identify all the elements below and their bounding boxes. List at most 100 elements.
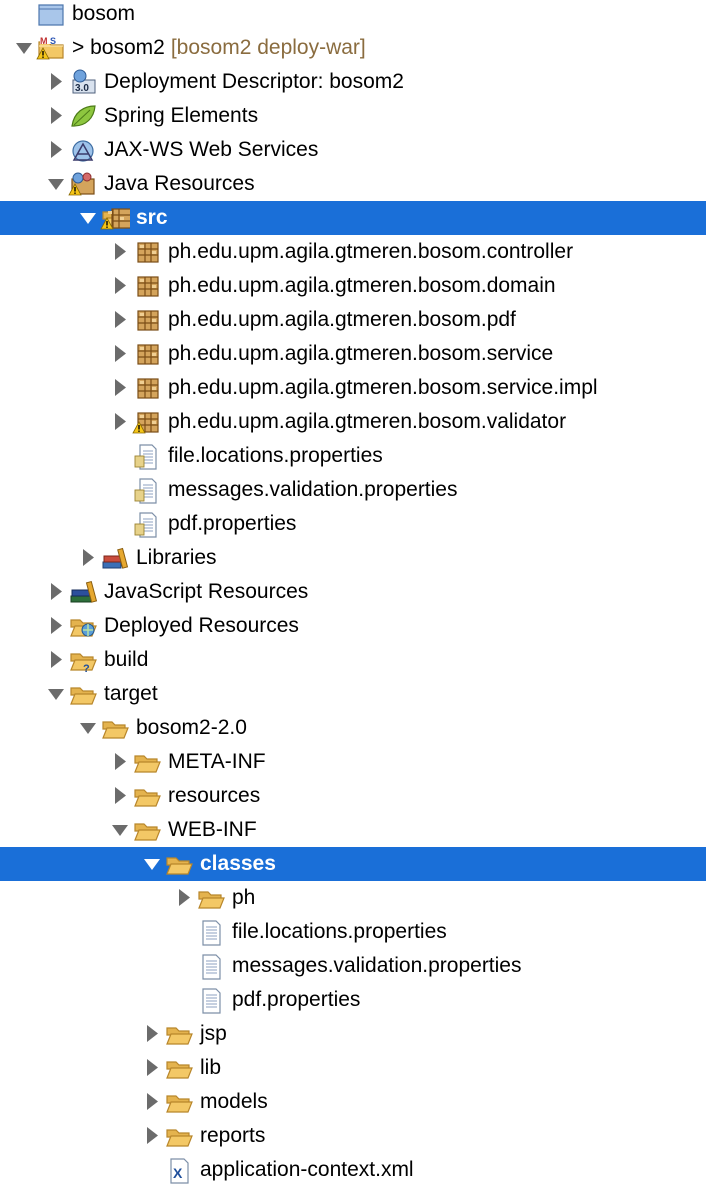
tree-item-text: ph.edu.upm.agila.gtmeren.bosom.pdf xyxy=(168,308,516,331)
collapsed-chevron-icon[interactable] xyxy=(110,410,130,434)
tree-row-src-pdf-properties[interactable]: pdf.properties xyxy=(0,507,706,541)
collapsed-chevron-icon[interactable] xyxy=(142,1056,162,1080)
collapsed-chevron-icon[interactable] xyxy=(110,342,130,366)
tree-row-application-context-xml[interactable]: Xapplication-context.xml xyxy=(0,1153,706,1187)
expanded-chevron-icon[interactable] xyxy=(78,716,98,740)
tree-item-text: build xyxy=(104,648,149,671)
svg-text:3.0: 3.0 xyxy=(75,83,89,94)
collapsed-chevron-icon[interactable] xyxy=(110,240,130,264)
svg-text:X: X xyxy=(173,1165,183,1181)
tree-item-label: messages.validation.properties xyxy=(232,953,522,979)
tree-row-libraries[interactable]: Libraries xyxy=(0,541,706,575)
tree-row-deployed-resources[interactable]: Deployed Resources xyxy=(0,609,706,643)
tree-item-text: Java Resources xyxy=(104,172,255,195)
tree-item-text: jsp xyxy=(200,1022,227,1045)
tree-item-text: ph.edu.upm.agila.gtmeren.bosom.service.i… xyxy=(168,376,598,399)
tree-row-project-bosom2[interactable]: M S > bosom2 [bosom2 deploy-war] xyxy=(0,31,706,65)
tree-row-classes-messages-validation-properties[interactable]: messages.validation.properties xyxy=(0,949,706,983)
tree-row-classes-pdf-properties[interactable]: pdf.properties xyxy=(0,983,706,1017)
tree-item-text: messages.validation.properties xyxy=(232,954,522,977)
tree-item-text: application-context.xml xyxy=(200,1158,414,1181)
collapsed-chevron-icon[interactable] xyxy=(174,886,194,910)
tree-row-src-messages-validation-properties[interactable]: messages.validation.properties xyxy=(0,473,706,507)
tree-row-models[interactable]: models xyxy=(0,1085,706,1119)
tree-row-javascript-resources[interactable]: JavaScript Resources xyxy=(0,575,706,609)
folder-icon xyxy=(164,1054,194,1082)
tree-item-label: WEB-INF xyxy=(168,817,257,843)
collapsed-chevron-icon[interactable] xyxy=(110,784,130,808)
tree-row-jsp[interactable]: jsp xyxy=(0,1017,706,1051)
tree-row-package-controller[interactable]: ph.edu.upm.agila.gtmeren.bosom.controlle… xyxy=(0,235,706,269)
tree-row-package-service-impl[interactable]: ph.edu.upm.agila.gtmeren.bosom.service.i… xyxy=(0,371,706,405)
tree-item-label: ph.edu.upm.agila.gtmeren.bosom.pdf xyxy=(168,307,516,333)
collapsed-chevron-icon[interactable] xyxy=(46,138,66,162)
javascript-resources-icon xyxy=(68,578,98,606)
tree-row-package-pdf[interactable]: ph.edu.upm.agila.gtmeren.bosom.pdf xyxy=(0,303,706,337)
source-folder-warning-icon xyxy=(100,204,130,232)
collapsed-chevron-icon[interactable] xyxy=(110,274,130,298)
tree-row-build[interactable]: ? build xyxy=(0,643,706,677)
tree-item-label: ph.edu.upm.agila.gtmeren.bosom.service.i… xyxy=(168,375,598,401)
expanded-chevron-icon[interactable] xyxy=(46,172,66,196)
tree-item-label: pdf.properties xyxy=(168,511,296,537)
tree-row-java-resources[interactable]: Java Resources xyxy=(0,167,706,201)
tree-row-project-bosom[interactable]: bosom xyxy=(0,0,706,31)
tree-item-text: ph.edu.upm.agila.gtmeren.bosom.service xyxy=(168,342,554,365)
tree-item-label: models xyxy=(200,1089,268,1115)
tree-item-text: reports xyxy=(200,1124,266,1147)
properties-file-icon xyxy=(132,510,162,538)
tree-row-resources[interactable]: resources xyxy=(0,779,706,813)
tree-row-package-service[interactable]: ph.edu.upm.agila.gtmeren.bosom.service xyxy=(0,337,706,371)
text-file-icon xyxy=(196,918,226,946)
deployment-descriptor-icon: 3.0 xyxy=(68,68,98,96)
collapsed-chevron-icon[interactable] xyxy=(46,104,66,128)
tree-item-text: bosom2-2.0 xyxy=(136,716,247,739)
tree-row-classes-file-locations-properties[interactable]: file.locations.properties xyxy=(0,915,706,949)
properties-file-icon xyxy=(132,476,162,504)
collapsed-chevron-icon[interactable] xyxy=(46,614,66,638)
expanded-chevron-icon[interactable] xyxy=(14,36,34,60)
tree-item-label: Deployment Descriptor: bosom2 xyxy=(104,69,404,95)
collapsed-chevron-icon[interactable] xyxy=(46,580,66,604)
tree-item-label: bosom xyxy=(72,1,135,27)
expanded-chevron-icon[interactable] xyxy=(142,852,162,876)
tree-row-reports[interactable]: reports xyxy=(0,1119,706,1153)
tree-item-label: META-INF xyxy=(168,749,266,775)
collapsed-chevron-icon[interactable] xyxy=(110,750,130,774)
collapsed-chevron-icon[interactable] xyxy=(142,1090,162,1114)
tree-row-classes[interactable]: classes xyxy=(0,847,706,881)
expanded-chevron-icon[interactable] xyxy=(110,818,130,842)
tree-row-package-domain[interactable]: ph.edu.upm.agila.gtmeren.bosom.domain xyxy=(0,269,706,303)
tree-row-web-inf[interactable]: WEB-INF xyxy=(0,813,706,847)
collapsed-chevron-icon[interactable] xyxy=(142,1124,162,1148)
tree-item-text: Deployment Descriptor: bosom2 xyxy=(104,70,404,93)
expanded-chevron-icon[interactable] xyxy=(78,206,98,230)
folder-unknown-icon: ? xyxy=(68,646,98,674)
tree-row-jax-ws-web-services[interactable]: JAX-WS Web Services xyxy=(0,133,706,167)
expanded-chevron-icon[interactable] xyxy=(46,682,66,706)
collapsed-chevron-icon[interactable] xyxy=(78,546,98,570)
tree-item-label: src xyxy=(136,205,168,231)
tree-row-lib[interactable]: lib xyxy=(0,1051,706,1085)
tree-row-package-validator[interactable]: ph.edu.upm.agila.gtmeren.bosom.validator xyxy=(0,405,706,439)
folder-icon xyxy=(164,1020,194,1048)
tree-row-src[interactable]: src xyxy=(0,201,706,235)
tree-row-deployment-descriptor[interactable]: 3.0 Deployment Descriptor: bosom2 xyxy=(0,65,706,99)
tree-item-text: bosom xyxy=(72,2,136,25)
tree-row-target[interactable]: target xyxy=(0,677,706,711)
web-services-icon xyxy=(68,136,98,164)
java-resources-icon xyxy=(68,170,98,198)
tree-row-meta-inf[interactable]: META-INF xyxy=(0,745,706,779)
collapsed-chevron-icon[interactable] xyxy=(110,308,130,332)
collapsed-chevron-icon[interactable] xyxy=(142,1022,162,1046)
tree-row-spring-elements[interactable]: Spring Elements xyxy=(0,99,706,133)
tree-item-label: ph.edu.upm.agila.gtmeren.bosom.validator xyxy=(168,409,566,435)
collapsed-chevron-icon[interactable] xyxy=(110,376,130,400)
tree-row-bosom2-2-0[interactable]: bosom2-2.0 xyxy=(0,711,706,745)
tree-row-src-file-locations-properties[interactable]: file.locations.properties xyxy=(0,439,706,473)
collapsed-chevron-icon[interactable] xyxy=(46,70,66,94)
tree-row-ph[interactable]: ph xyxy=(0,881,706,915)
collapsed-chevron-icon[interactable] xyxy=(46,648,66,672)
tree-item-label: Java Resources xyxy=(104,171,255,197)
tree-item-text: classes xyxy=(200,852,276,875)
